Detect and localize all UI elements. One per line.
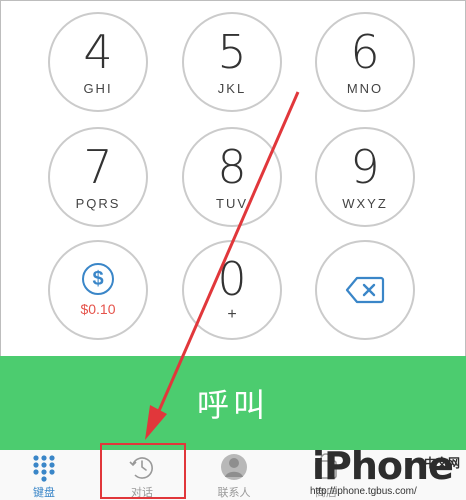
key-6[interactable]: 6 MNO	[315, 12, 415, 112]
credit-amount: $0.10	[80, 301, 116, 317]
key-0[interactable]: 0 +	[182, 240, 282, 340]
dollar-icon: $	[82, 263, 114, 295]
key-digit: 6	[350, 24, 380, 79]
key-plus: +	[227, 306, 237, 323]
credit-button[interactable]: $ $0.10	[48, 240, 148, 340]
recents-tab-highlight	[100, 443, 186, 499]
tab-keypad[interactable]: 键盘	[0, 450, 94, 500]
key-digit: 8	[217, 139, 247, 194]
key-letters: TUV	[216, 195, 248, 211]
key-9[interactable]: 9 WXYZ	[315, 127, 415, 227]
tab-label: 联系人	[217, 487, 251, 499]
watermark-url: http://iphone.tgbus.com/	[310, 486, 417, 497]
key-digit: 5	[217, 24, 247, 79]
key-digit: 4	[83, 24, 113, 79]
tab-label: 键盘	[33, 487, 55, 499]
call-button[interactable]: 呼叫	[0, 356, 466, 450]
key-8[interactable]: 8 TUV	[182, 127, 282, 227]
key-7[interactable]: 7 PQRS	[48, 127, 148, 227]
key-4[interactable]: 4 GHI	[48, 12, 148, 112]
key-5[interactable]: 5 JKL	[182, 12, 282, 112]
key-letters: PQRS	[75, 195, 121, 211]
key-letters: GHI	[83, 80, 113, 96]
key-digit: 7	[83, 139, 113, 194]
tab-contacts[interactable]: 联系人	[184, 450, 284, 500]
key-digit: 9	[350, 139, 380, 194]
call-button-label: 呼叫	[196, 386, 269, 424]
key-letters: WXYZ	[342, 195, 388, 211]
backspace-button[interactable]	[315, 240, 415, 340]
contact-person-icon	[221, 454, 247, 480]
backspace-icon	[345, 276, 385, 304]
watermark: iPhone 中文网 http://iphone.tgbus.com/	[304, 444, 466, 500]
watermark-sub: 中文网	[423, 456, 460, 470]
keypad-grid-icon	[33, 455, 55, 482]
key-digit: 0	[217, 252, 247, 306]
key-letters: MNO	[346, 80, 384, 96]
key-letters: JKL	[217, 80, 247, 96]
dial-keypad: 4 GHI 5 JKL 6 MNO 7 PQRS 8 TUV 9 WXYZ $ …	[0, 0, 466, 356]
